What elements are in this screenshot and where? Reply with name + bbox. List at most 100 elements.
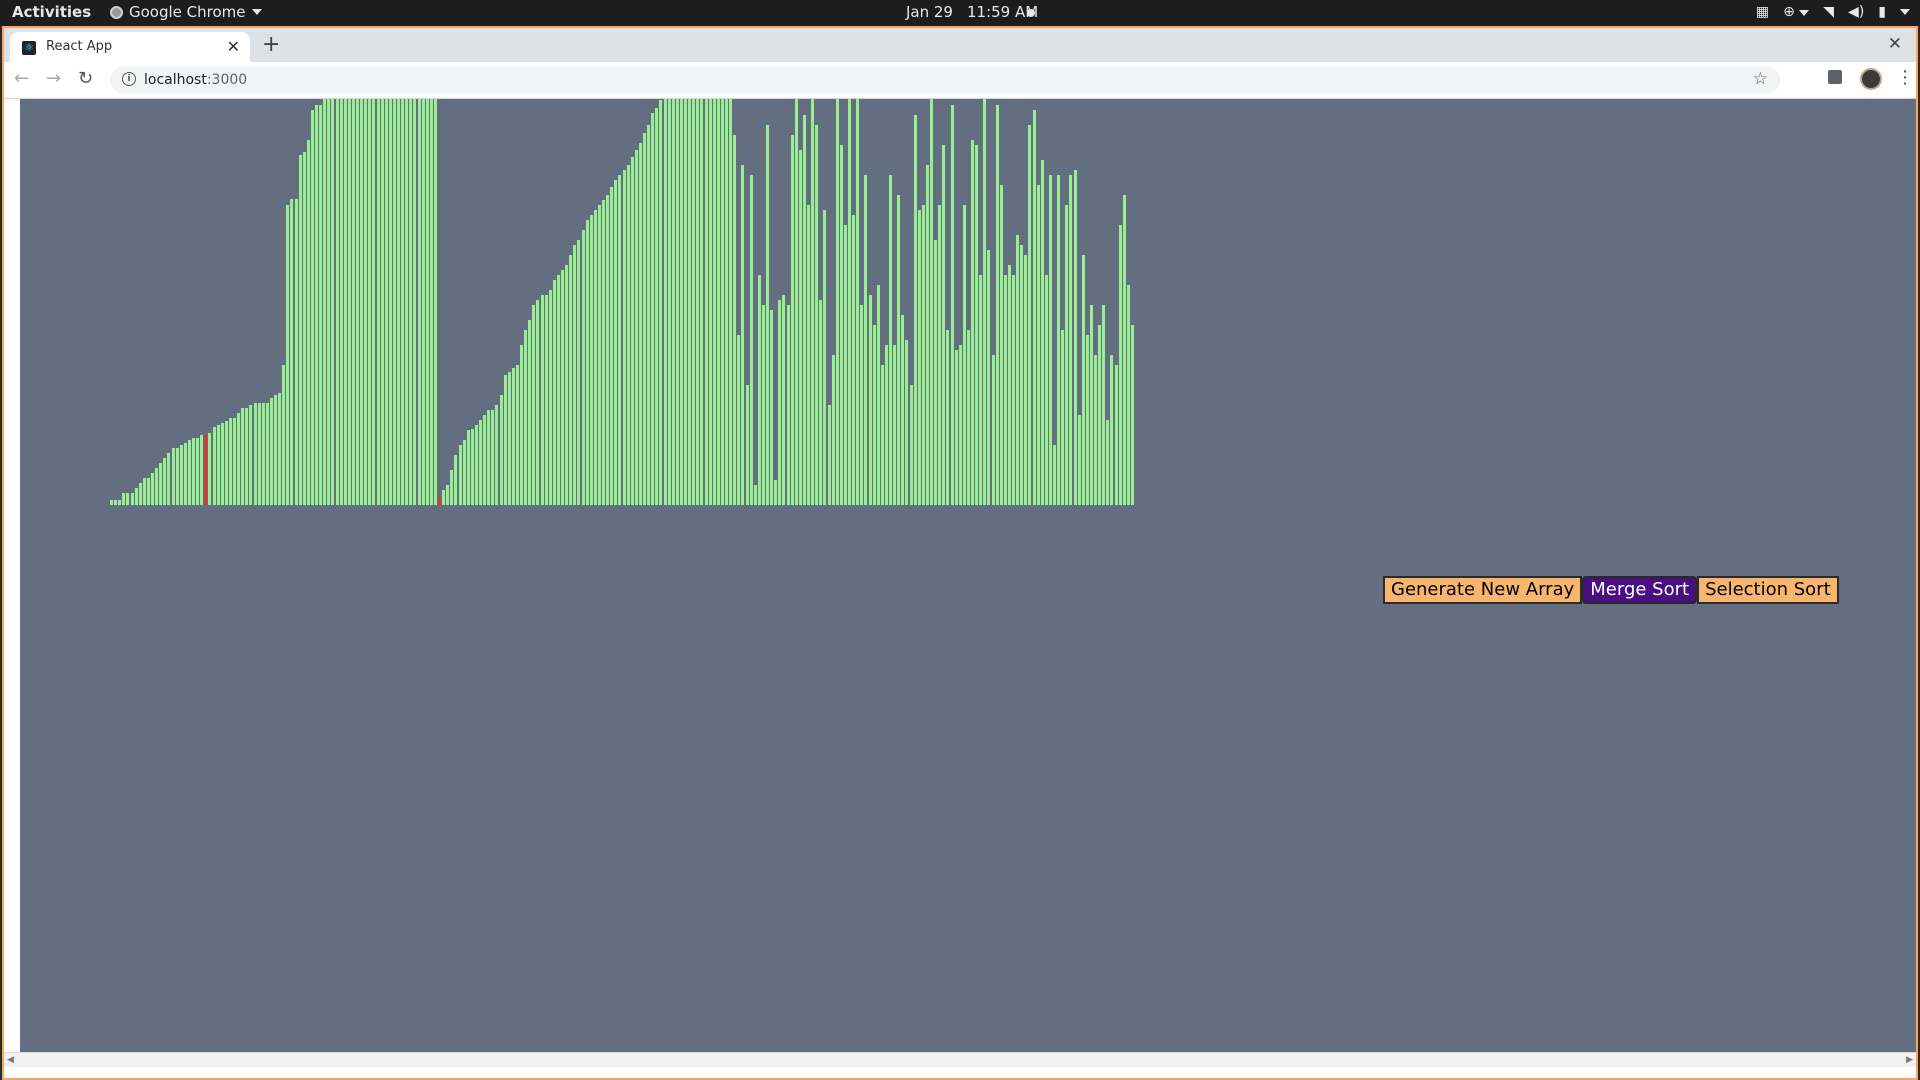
react-favicon-icon: ⚛ [22,41,36,55]
array-bar [921,205,925,505]
back-arrow-icon[interactable]: ← [14,68,29,89]
array-bar [962,205,966,505]
array-bar [987,250,991,505]
array-bar [282,365,286,505]
array-bar [479,420,482,505]
array-bar [233,418,236,505]
scroll-right-icon[interactable]: ▶ [1906,1055,1913,1065]
array-bar [597,205,601,505]
array-bar [602,200,605,505]
tab-title: React App [46,39,113,54]
array-bar [737,335,741,505]
array-bar [647,125,651,505]
array-bar [429,99,433,505]
selection-sort-button[interactable]: Selection Sort [1697,576,1839,604]
array-bar [606,195,610,505]
array-bar [323,99,327,505]
array-bar [187,440,191,505]
array-bar [237,413,241,505]
reload-icon[interactable]: ↻ [78,68,93,89]
array-bar [278,393,282,505]
array-bar [622,170,626,505]
array-bar [655,108,659,505]
more-menu-icon[interactable]: ⋮ [1896,67,1914,88]
array-bar [454,455,458,505]
merge-sort-button[interactable]: Merge Sort [1582,576,1698,604]
array-bar [688,99,692,505]
forward-arrow-icon[interactable]: → [46,68,61,89]
array-bar [876,285,880,505]
array-bar [1044,275,1048,505]
array-bar [897,195,901,505]
array-bar [802,115,806,505]
system-menu-chevron-icon[interactable] [1900,9,1910,15]
array-bar [130,493,134,505]
clock[interactable]: Jan 29 11:59 AM [906,3,1038,21]
bookmark-star-icon[interactable]: ☆ [1753,69,1768,89]
horizontal-scrollbar[interactable]: ◀ ▶ [4,1052,1916,1067]
array-bar [925,165,929,505]
tab-react-app[interactable]: ⚛ React App ✕ [10,32,250,62]
array-bar [343,99,347,505]
close-window-icon[interactable]: ✕ [1888,34,1902,54]
array-bar [966,330,970,505]
array-bar [630,157,634,505]
scroll-left-icon[interactable]: ◀ [7,1055,14,1065]
array-bar [954,350,958,505]
array-bar [183,443,187,505]
app-menu[interactable]: Google Chrome [110,3,262,21]
array-bar [827,405,831,505]
array-bar [491,410,495,505]
window-switcher-icon[interactable]: ▦ [1756,4,1769,20]
array-bar [446,485,450,505]
array-bar [880,365,884,505]
array-bar [290,199,294,505]
close-tab-icon[interactable]: ✕ [227,37,240,56]
array-bar [1130,325,1134,505]
new-tab-button[interactable]: + [262,32,280,57]
array-bar [1012,275,1015,505]
array-bar [118,500,122,505]
array-bar [511,368,515,505]
array-bar [540,295,544,505]
address-bar[interactable]: i localhost:3000 ☆ [110,66,1780,94]
array-bar [433,99,437,505]
array-bar [860,305,864,505]
array-bar [1102,305,1106,505]
array-bar [1089,305,1093,505]
site-info-icon[interactable]: i [122,72,136,86]
array-bar [774,480,778,505]
system-tray[interactable]: ▦ ⊕ ◥ ◀) ▮ [1756,4,1910,20]
notification-dot-icon [1027,9,1035,17]
browser-window: ⚛ React App ✕ + ✕ ← → ↻ i localhost:3000… [2,26,1918,1080]
array-bar [663,99,667,505]
array-bar [659,100,663,505]
array-bar [425,99,429,505]
array-bar [405,99,409,505]
array-bar [786,305,790,505]
array-bar [835,99,839,505]
url-port: :3000 [206,72,248,88]
array-bar [298,155,302,505]
array-bar [458,445,462,505]
profile-avatar[interactable] [1860,68,1882,90]
array-bar [696,99,700,505]
array-bar [950,105,954,505]
array-bar [146,478,150,505]
array-bar [339,99,343,505]
array-bar [1007,265,1011,505]
activities-button[interactable]: Activities [12,3,91,21]
accessibility-icon[interactable]: ⊕ [1783,4,1810,20]
generate-new-array-button[interactable]: Generate New Array [1383,576,1583,604]
app-menu-label: Google Chrome [129,3,246,21]
array-bar [364,99,368,505]
array-bar [122,493,126,505]
array-bar [720,99,724,505]
array-bar [360,99,364,505]
array-bar [565,265,569,505]
array-bar [269,398,273,505]
extensions-puzzle-icon[interactable] [1828,70,1842,84]
array-bar [548,290,552,505]
array-bar [163,458,167,505]
array-bar [200,435,204,505]
